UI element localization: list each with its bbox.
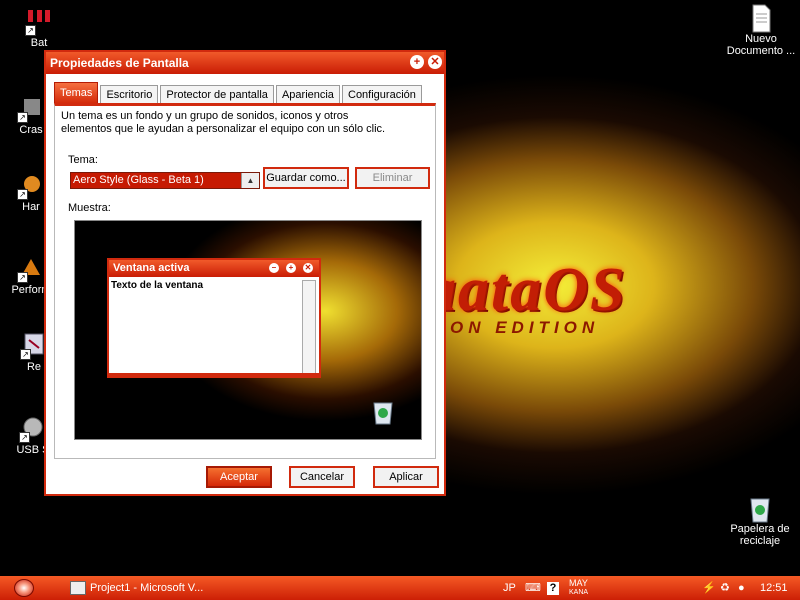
preview-active-window: Ventana activa – + ✕ Texto de la ventana xyxy=(107,258,321,378)
tab-temas[interactable]: Temas xyxy=(54,82,99,104)
preview-window-bottom xyxy=(109,373,319,376)
text-document-icon xyxy=(748,4,774,33)
desktop-icon-label: Nuevo Documento ... xyxy=(726,33,796,57)
wallpaper-logo: aataOS xyxy=(425,256,627,324)
clock[interactable]: 12:51 xyxy=(760,576,788,600)
taskbar-item-project1[interactable]: Project1 - Microsoft V... xyxy=(70,579,250,597)
minimize-icon: – xyxy=(269,263,279,273)
desktop-icon-bat[interactable]: ↗ Bat xyxy=(4,8,74,49)
help-tray-icon[interactable]: ? xyxy=(547,576,559,600)
desktop-icon-papelera[interactable]: Papelera de reciclaje xyxy=(724,494,796,547)
cancel-button[interactable]: Cancelar xyxy=(289,466,355,488)
desktop-icon-label: Bat xyxy=(30,37,48,49)
preview-window-titlebar: Ventana activa – + ✕ xyxy=(109,260,319,277)
help-icon[interactable]: + xyxy=(410,55,424,69)
tab-escritorio[interactable]: Escritorio xyxy=(100,85,159,104)
tab-protector-de-pantalla[interactable]: Protector de pantalla xyxy=(160,85,274,104)
theme-label: Tema: xyxy=(68,154,98,166)
wallpaper-subtitle: ON EDITION xyxy=(450,318,600,337)
close-icon: ✕ xyxy=(303,263,313,273)
dialog-title: Propiedades de Pantalla xyxy=(50,56,189,70)
vb-project-icon xyxy=(70,581,86,596)
desktop-icon-nuevo-documento[interactable]: Nuevo Documento ... xyxy=(722,4,800,57)
apply-button[interactable]: Aplicar xyxy=(373,466,439,488)
tab-apariencia[interactable]: Apariencia xyxy=(275,85,340,104)
display-properties-dialog: Propiedades de Pantalla + ✕ Temas Escrit… xyxy=(44,50,446,496)
tab-bar: Temas Escritorio Protector de pantalla A… xyxy=(54,82,422,104)
maximize-icon: + xyxy=(286,263,296,273)
sample-label: Muestra: xyxy=(68,202,111,214)
start-button[interactable] xyxy=(14,579,34,597)
preview-window-title: Ventana activa xyxy=(113,262,190,274)
preview-window-text: Texto de la ventana xyxy=(111,280,204,291)
usb-shortcut-icon: ↗ xyxy=(19,415,46,443)
theme-description: Un tema es un fondo y un grupo de sonido… xyxy=(61,110,386,135)
ok-button[interactable]: Aceptar xyxy=(206,466,272,488)
updown-arrow-icon[interactable]: ▲ xyxy=(241,173,259,188)
delete-button[interactable]: Eliminar xyxy=(355,167,430,189)
ime-mode-bottom: KANA xyxy=(569,589,589,596)
ime-mode-top: MAY xyxy=(569,578,588,588)
taskbar: Project1 - Microsoft V... JP ⌨ ? MAY KAN… xyxy=(0,576,800,600)
dialog-titlebar[interactable]: Propiedades de Pantalla + ✕ xyxy=(46,52,444,74)
recycle-bin-icon xyxy=(747,494,773,523)
close-icon[interactable]: ✕ xyxy=(428,55,442,69)
performance-shortcut-icon: ↗ xyxy=(17,255,44,283)
network-icon[interactable]: ⚡ xyxy=(702,576,716,600)
keyboard-icon[interactable]: ⌨ xyxy=(525,576,541,600)
theme-preview: OS Ventana activa – + ✕ Texto de la vent… xyxy=(74,220,422,440)
ime-mode[interactable]: MAY KANA xyxy=(569,576,588,600)
desktop-icon-label: Papelera de reciclaje xyxy=(730,523,790,547)
language-indicator[interactable]: JP xyxy=(503,576,516,600)
update-icon[interactable]: ♻ xyxy=(720,576,730,600)
antivirus-icon[interactable]: ● xyxy=(738,576,745,600)
save-as-button[interactable]: Guardar como... xyxy=(263,167,349,189)
preview-scrollbar xyxy=(302,280,316,374)
tab-configuracion[interactable]: Configuración xyxy=(342,85,422,104)
battery-shortcut-icon: ↗ xyxy=(25,8,52,36)
preview-recycle-bin-icon xyxy=(371,399,395,425)
theme-select-value: Aero Style (Glass - Beta 1) xyxy=(71,173,241,188)
har-shortcut-icon: ↗ xyxy=(17,172,44,200)
crash-shortcut-icon: ↗ xyxy=(17,95,44,123)
task-label: Project1 - Microsoft V... xyxy=(90,582,204,594)
theme-select[interactable]: Aero Style (Glass - Beta 1) ▲ xyxy=(70,172,260,189)
